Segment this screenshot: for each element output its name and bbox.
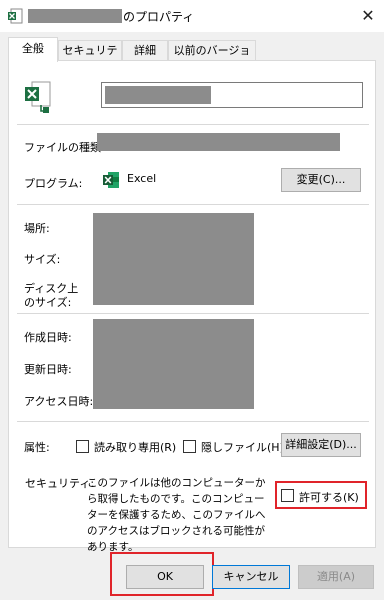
size-label: サイズ: [24, 253, 61, 266]
title-filename-redacted [28, 9, 122, 23]
dates-values-redacted [93, 319, 254, 409]
separator [17, 421, 369, 422]
readonly-checkbox[interactable] [76, 440, 89, 453]
advanced-button[interactable]: 詳細設定(D)... [281, 433, 361, 457]
title-bar: のプロパティ ✕ [0, 0, 384, 32]
security-label: セキュリティ: [25, 477, 95, 490]
program-name: Excel [127, 172, 157, 185]
cancel-button[interactable]: キャンセル [212, 565, 290, 589]
tab-general[interactable]: 全般 [8, 37, 58, 62]
readonly-label[interactable]: 読み取り専用(R) [94, 439, 176, 455]
excel-file-icon [8, 8, 23, 24]
security-message: このファイルは他のコンピューターから取得したものです。このコンピューターを保護す… [87, 477, 266, 553]
tab-strip: 全般 セキュリティ 詳細 以前のバージョン [8, 37, 378, 76]
allow-checkbox[interactable] [281, 489, 294, 502]
location-size-values-redacted [93, 213, 254, 305]
close-button[interactable]: ✕ [352, 0, 384, 32]
accessed-label: アクセス日時: [24, 395, 94, 408]
allow-highlight: 許可する(K) [275, 481, 367, 509]
attributes-label: 属性: [24, 441, 50, 454]
security-section: セキュリティ: このファイルは他のコンピューターから取得したものです。このコンピ… [21, 465, 367, 553]
file-type-label: ファイルの種類: [24, 141, 105, 154]
general-panel: ファイルの種類: プログラム: Excel 変更(C)... 場所: サイズ: … [8, 60, 376, 553]
window-title: のプロパティ [123, 10, 195, 24]
excel-file-large-icon [25, 81, 51, 113]
excel-program-icon [103, 172, 119, 188]
disk-size-label-line2: のサイズ: [24, 296, 72, 309]
separator [17, 313, 369, 314]
apply-button[interactable]: 適用(A) [298, 565, 374, 589]
tab-security[interactable]: セキュリティ [58, 40, 122, 76]
tab-details[interactable]: 詳細 [122, 40, 168, 61]
filename-redacted [105, 86, 211, 104]
location-label: 場所: [24, 222, 50, 235]
hidden-label[interactable]: 隠しファイル(H) [201, 439, 284, 455]
change-program-button[interactable]: 変更(C)... [281, 168, 361, 192]
hidden-checkbox[interactable] [183, 440, 196, 453]
dialog-buttons: OK キャンセル 適用(A) [0, 548, 384, 600]
file-type-value-redacted [97, 133, 340, 151]
program-label: プログラム: [24, 177, 83, 190]
filename-input[interactable] [101, 82, 363, 108]
modified-label: 更新日時: [24, 363, 72, 376]
allow-label[interactable]: 許可する(K) [299, 489, 359, 505]
created-label: 作成日時: [24, 331, 72, 344]
separator [17, 124, 369, 125]
separator [17, 204, 369, 205]
tab-previous-versions[interactable]: 以前のバージョン [168, 40, 256, 76]
ok-button[interactable]: OK [126, 565, 204, 589]
